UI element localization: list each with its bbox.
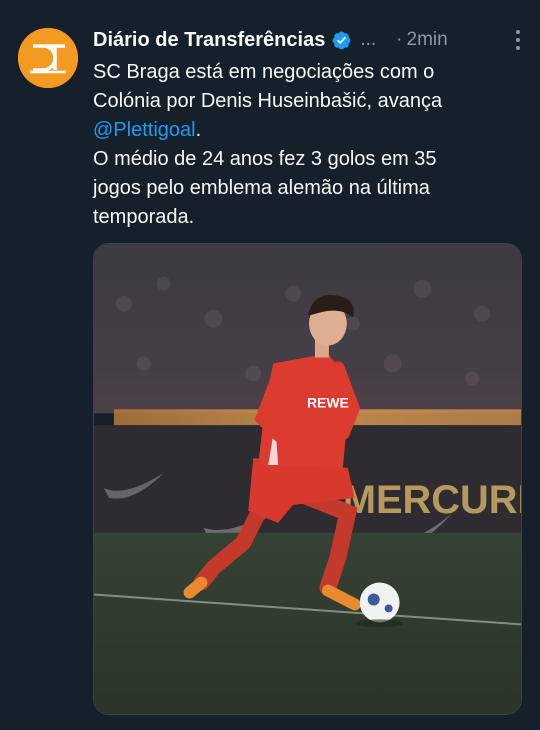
tweet-line: @Plettigoal. [93,116,523,145]
tweet-media-image[interactable]: MERCURIAL [93,243,522,715]
tweet-line: O médio de 24 anos fez 3 golos em 35 [93,148,437,170]
tweet-line: temporada. [93,206,195,228]
tweet-text: SC Braga está em negociações com o Colón… [93,58,523,232]
name-truncation: ... [360,29,377,50]
tweet-line: SC Braga está em negociações com o [93,61,435,83]
mention-suffix: . [195,119,202,141]
author-name[interactable]: Diário de Transferências [93,29,325,52]
more-options-icon[interactable] [514,30,522,52]
verified-badge-icon [331,30,352,51]
tweet-line-text: Colónia por Denis Huseinbašić, avança [93,90,443,112]
logo-icon [18,28,78,88]
tweet-card[interactable]: Diário de Transferências ... · 2min SC B… [0,0,540,730]
football-player-photo: MERCURIAL [94,244,521,714]
tweet-header: Diário de Transferências ... · 2min [93,26,526,54]
board-text: MERCURIAL [343,478,521,522]
author-avatar[interactable] [18,28,78,88]
tweet-line: Colónia por Denis Huseinbašić, avança [93,87,523,116]
jersey-sponsor: REWE [307,394,349,410]
mention-link[interactable]: @Plettigoal [93,119,196,141]
tweet-timestamp[interactable]: 2min [407,29,448,51]
time-separator: · [396,29,403,50]
tweet-line: jogos pelo emblema alemão na última [93,177,430,199]
